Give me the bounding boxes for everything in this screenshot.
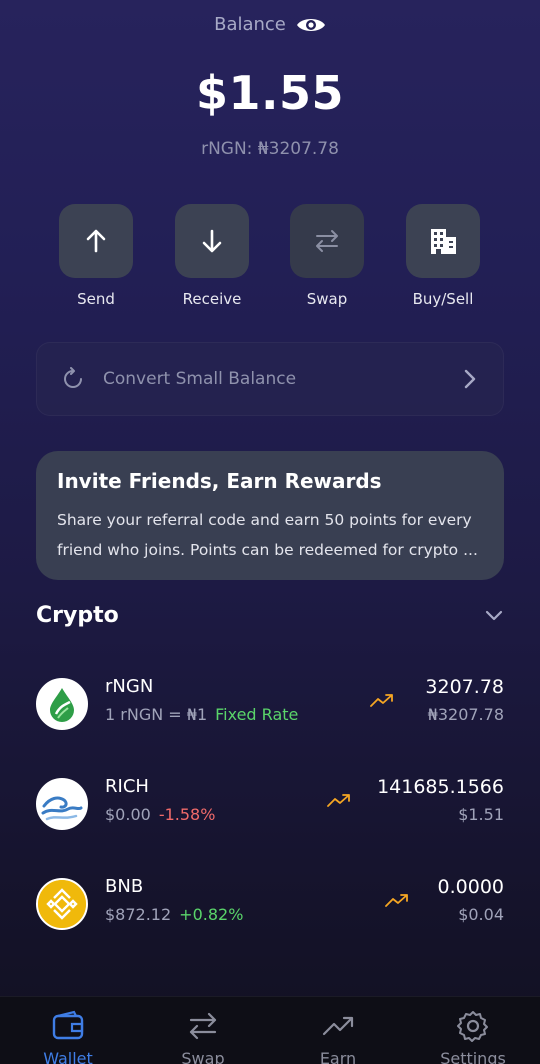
refresh-icon [64,367,82,388]
swap-button[interactable]: Swap [272,204,382,308]
balance-amount: $1.55 [195,66,344,120]
arrow-down-icon [202,229,222,253]
buy-sell-label: Buy/Sell [412,290,474,308]
trending-up-icon [322,1016,354,1036]
swap-label: Swap [306,290,348,308]
tab-settings[interactable]: Settings [418,1009,528,1064]
trending-up-icon [327,794,350,807]
swap-icon [189,1012,217,1040]
tab-label: Earn [319,1049,357,1064]
swap-icon [316,230,338,252]
asset-fiat-value: $1.51 [458,805,504,824]
convert-small-balance-button[interactable]: Convert Small Balance [36,342,504,416]
asset-row-bnb[interactable]: BNB $872.12 +0.82% 0.0000 $0.04 [36,876,504,936]
building-icon [431,229,456,254]
balance-header: Balance [0,14,540,35]
asset-change: -1.58% [158,805,216,824]
tab-label: Settings [440,1049,506,1064]
invite-text-line-2: friend who joins. Points can be redeemed… [57,541,478,559]
asset-price: $872.12 [105,905,172,924]
tab-earn[interactable]: Earn [283,1009,393,1064]
invite-title: Invite Friends, Earn Rewards [57,469,382,493]
asset-name: rNGN [105,676,154,697]
asset-row-rngn[interactable]: rNGN 1 rNGN = ₦1 Fixed Rate 3207.78 ₦3207… [36,676,504,736]
trending-up-icon [385,894,408,907]
wallet-icon [52,1010,84,1040]
arrow-up-icon [86,229,106,253]
receive-label: Receive [182,290,242,308]
bottom-tab-bar: Wallet Swap Earn Settings [0,996,540,1064]
rngn-logo-icon [36,678,88,730]
asset-price: $0.00 [105,805,151,824]
asset-amount: 0.0000 [437,876,504,898]
asset-fiat-value: $0.04 [458,905,504,924]
crypto-title: Crypto [36,603,119,628]
trending-up-icon [370,694,393,707]
asset-fiat-value: ₦3207.78 [427,705,504,724]
asset-amount: 3207.78 [425,676,504,698]
fixed-rate-badge: Fixed Rate [215,705,299,724]
invite-text-line-1: Share your referral code and earn 50 poi… [57,511,472,529]
send-label: Send [77,290,115,308]
asset-name: RICH [105,776,149,797]
send-button[interactable]: Send [41,204,151,308]
convert-label: Convert Small Balance [103,369,297,389]
buy-sell-button[interactable]: Buy/Sell [388,204,498,308]
invite-card[interactable]: Invite Friends, Earn Rewards Share your … [36,451,504,580]
crypto-section-header[interactable]: Crypto [36,603,504,628]
bnb-logo-icon [36,878,88,930]
chevron-right-icon [464,369,476,389]
tab-label: Wallet [43,1049,93,1064]
eye-icon[interactable] [296,15,326,35]
asset-change: +0.82% [179,905,244,924]
asset-row-rich[interactable]: RICH $0.00 -1.58% 141685.1566 $1.51 [36,776,504,836]
balance-label: Balance [214,14,286,35]
asset-price: 1 rNGN = ₦1 [105,705,208,724]
tab-label: Swap [181,1049,225,1064]
tab-swap[interactable]: Swap [148,1009,258,1064]
asset-amount: 141685.1566 [377,776,504,798]
receive-button[interactable]: Receive [157,204,267,308]
chevron-down-icon[interactable] [484,609,504,623]
asset-name: BNB [105,876,144,897]
gear-icon [457,1011,488,1042]
tab-wallet[interactable]: Wallet [13,1009,123,1064]
rich-logo-icon [36,778,88,830]
balance-rngn: rNGN: ₦3207.78 [201,139,339,159]
